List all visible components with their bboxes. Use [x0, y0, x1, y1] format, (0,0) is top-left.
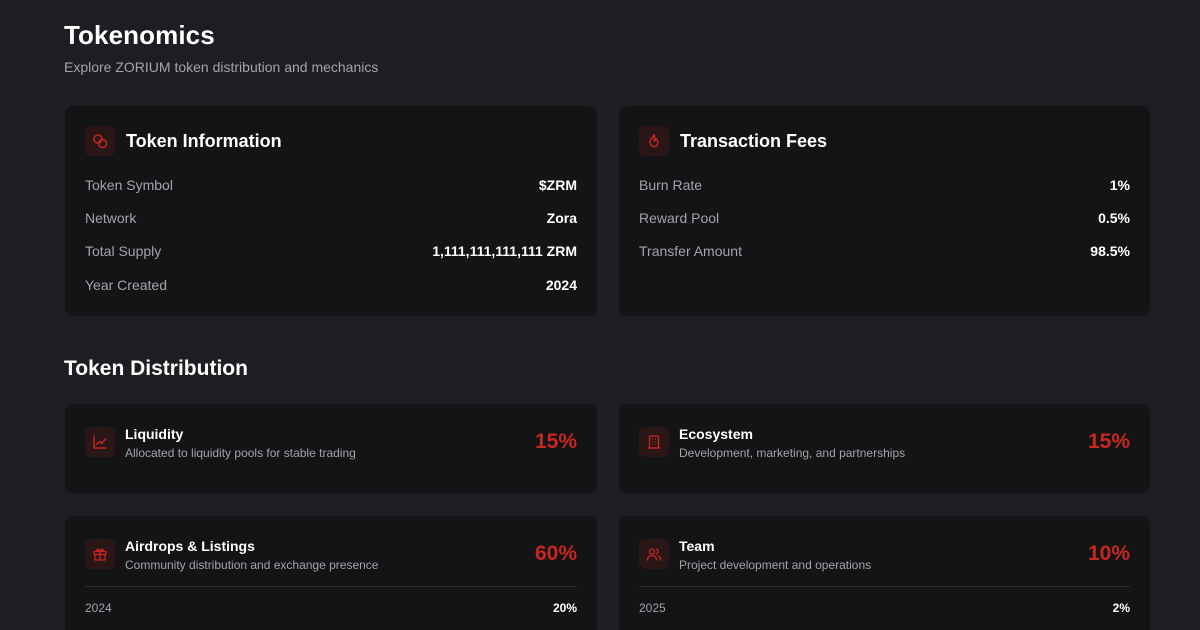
fee-row: Burn Rate 1%	[639, 175, 1130, 195]
token-information-card: Token Information Token Symbol $ZRM Netw…	[65, 106, 597, 316]
fee-row: Reward Pool 0.5%	[639, 208, 1130, 228]
token-information-header: Token Information	[85, 126, 282, 156]
distribution-name: Team	[679, 538, 715, 554]
info-row: Total Supply 1,111,111,111,111 ZRM	[85, 241, 577, 261]
info-label: Network	[85, 210, 137, 226]
info-value: 2024	[545, 277, 577, 293]
distribution-description: Development, marketing, and partnerships	[679, 446, 906, 460]
distribution-description: Project development and operations	[679, 558, 872, 572]
distribution-description: Community distribution and exchange pres…	[125, 558, 379, 572]
distribution-name: Airdrops & Listings	[125, 538, 255, 554]
info-row: Year Created 2024	[85, 275, 577, 295]
info-row: Network Zora	[85, 208, 577, 228]
tokenomics-page: Tokenomics Explore ZORIUM token distribu…	[0, 0, 1200, 630]
distribution-card-header: Ecosystem Development, marketing, and pa…	[639, 425, 1130, 460]
distribution-percent: 60%	[534, 542, 577, 565]
schedule-row: 2024 20%	[85, 601, 577, 615]
schedule-value: 2%	[1112, 601, 1130, 615]
fee-label: Burn Rate	[639, 177, 703, 193]
divider	[639, 586, 1130, 587]
info-row: Token Symbol $ZRM	[85, 175, 577, 195]
distribution-text: Team Project development and operations	[679, 537, 1088, 572]
schedule-value: 20%	[552, 601, 577, 615]
schedule-year: 2024	[85, 601, 112, 615]
building-icon	[639, 427, 669, 457]
coins-icon	[85, 126, 115, 156]
distribution-card-liquidity: Liquidity Allocated to liquidity pools f…	[65, 404, 597, 493]
distribution-name: Ecosystem	[679, 426, 753, 442]
info-label: Year Created	[85, 277, 167, 293]
distribution-card-team: Team Project development and operations …	[619, 516, 1150, 630]
gift-icon	[85, 539, 115, 569]
page-title: Tokenomics	[64, 20, 215, 50]
transaction-fees-header: Transaction Fees	[639, 126, 827, 156]
fee-label: Transfer Amount	[639, 243, 742, 259]
divider	[85, 586, 577, 587]
distribution-card-header: Airdrops & Listings Community distributi…	[85, 537, 577, 572]
users-icon	[639, 539, 669, 569]
fee-label: Reward Pool	[639, 210, 720, 226]
distribution-name: Liquidity	[125, 426, 184, 442]
token-information-title: Token Information	[126, 130, 282, 151]
fee-value: 0.5%	[1098, 210, 1130, 226]
distribution-percent: 15%	[534, 430, 577, 453]
flame-icon	[639, 126, 669, 156]
info-value: Zora	[546, 210, 577, 226]
distribution-percent: 15%	[1087, 430, 1130, 453]
transaction-fees-card: Transaction Fees Burn Rate 1% Reward Poo…	[619, 106, 1150, 316]
info-value: 1,111,111,111,111 ZRM	[432, 243, 577, 259]
distribution-text: Airdrops & Listings Community distributi…	[125, 537, 535, 572]
schedule-row: 2025 2%	[639, 601, 1130, 615]
token-distribution-title: Token Distribution	[64, 357, 248, 380]
distribution-card-ecosystem: Ecosystem Development, marketing, and pa…	[619, 404, 1150, 493]
schedule-year: 2025	[639, 601, 666, 615]
info-label: Token Symbol	[85, 177, 173, 193]
page-subtitle: Explore ZORIUM token distribution and me…	[64, 59, 379, 75]
distribution-card-airdrops: Airdrops & Listings Community distributi…	[65, 516, 597, 630]
transaction-fees-title: Transaction Fees	[680, 130, 828, 151]
distribution-card-header: Liquidity Allocated to liquidity pools f…	[85, 425, 577, 460]
chart-line-icon	[85, 427, 115, 457]
fee-value: 98.5%	[1090, 243, 1130, 259]
info-value: $ZRM	[538, 177, 577, 193]
distribution-text: Ecosystem Development, marketing, and pa…	[679, 425, 1088, 460]
distribution-percent: 10%	[1087, 542, 1130, 565]
distribution-text: Liquidity Allocated to liquidity pools f…	[125, 425, 535, 460]
distribution-description: Allocated to liquidity pools for stable …	[125, 446, 356, 460]
fee-value: 1%	[1109, 177, 1130, 193]
distribution-card-header: Team Project development and operations …	[639, 537, 1130, 572]
info-label: Total Supply	[85, 243, 162, 259]
fee-row: Transfer Amount 98.5%	[639, 241, 1130, 261]
